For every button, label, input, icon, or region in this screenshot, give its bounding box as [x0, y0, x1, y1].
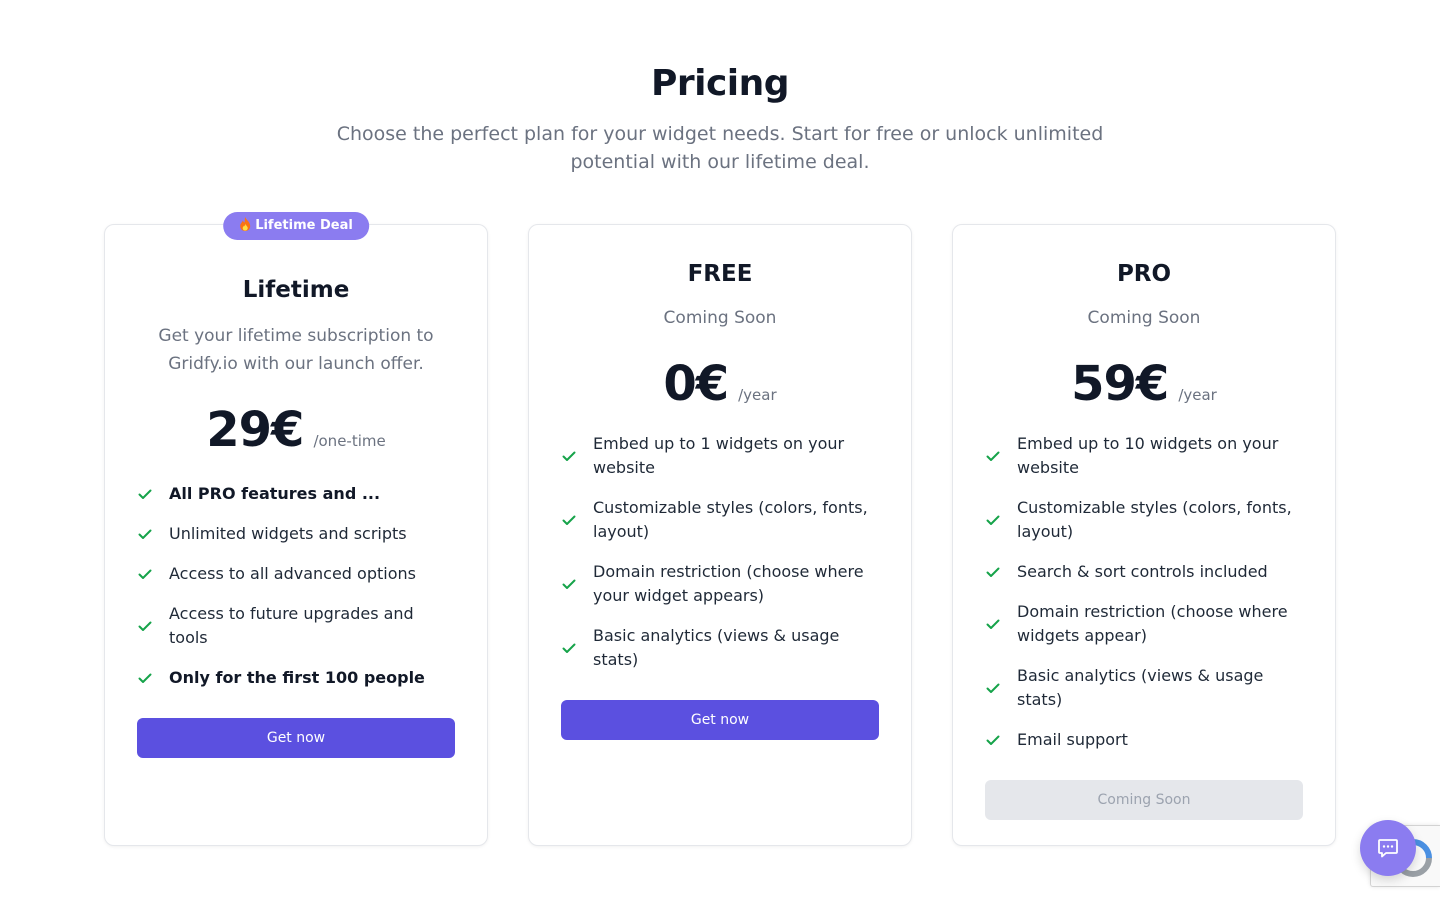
feature-text: Basic analytics (views & usage stats): [1017, 666, 1264, 709]
plan-description: Coming Soon: [663, 308, 777, 328]
price-period: /year: [1178, 386, 1217, 404]
page-subtitle: Choose the perfect plan for your widget …: [336, 123, 1104, 173]
check-icon: [986, 567, 1000, 577]
feature-list: Embed up to 10 widgets on your website C…: [985, 432, 1303, 752]
check-icon: [562, 451, 576, 461]
feature-item: Access to future upgrades and tools: [137, 602, 455, 650]
coming-soon-button-pro[interactable]: Coming Soon: [985, 780, 1303, 820]
feature-item: Embed up to 10 widgets on your website: [985, 432, 1303, 480]
price-row: 59€ /year: [985, 354, 1303, 414]
price-period: /one-time: [313, 432, 386, 450]
feature-list: Embed up to 1 widgets on your website Cu…: [561, 432, 879, 672]
check-icon: [986, 451, 1000, 461]
get-now-button-free[interactable]: Get now: [561, 700, 879, 740]
get-now-button-lifetime[interactable]: Get now: [137, 718, 455, 758]
price: 0€: [663, 356, 729, 412]
feature-text: Only for the first 100 people: [169, 668, 425, 687]
plan-description: Get your lifetime subscription to Gridfy…: [158, 326, 434, 374]
feature-item: Basic analytics (views & usage stats): [985, 664, 1303, 712]
plan-card-pro: PRO Coming Soon 59€ /year Embed up to 10…: [952, 224, 1336, 846]
check-icon: [138, 529, 152, 539]
feature-text: Customizable styles (colors, fonts, layo…: [1017, 498, 1292, 541]
feature-text: Access to future upgrades and tools: [169, 604, 414, 647]
plan-name: Lifetime: [242, 277, 350, 303]
feature-text: Email support: [1017, 730, 1128, 749]
feature-text: Search & sort controls included: [1017, 562, 1268, 581]
plan-description: Coming Soon: [1087, 308, 1201, 328]
check-icon: [986, 735, 1000, 745]
check-icon: [138, 621, 152, 631]
plan-name: PRO: [1116, 261, 1172, 287]
feature-item: Unlimited widgets and scripts: [137, 522, 455, 546]
feature-item: All PRO features and ...: [137, 482, 455, 506]
feature-text: Domain restriction (choose where widgets…: [1017, 602, 1288, 645]
feature-item: Email support: [985, 728, 1303, 752]
plan-name: FREE: [687, 261, 753, 287]
feature-text: Embed up to 10 widgets on your website: [1017, 434, 1279, 477]
page-title: Pricing: [650, 63, 790, 104]
feature-list: All PRO features and ... Unlimited widge…: [137, 482, 455, 690]
check-icon: [138, 673, 152, 683]
feature-item: Domain restriction (choose where your wi…: [561, 560, 879, 608]
feature-item: Search & sort controls included: [985, 560, 1303, 584]
plan-card-lifetime: Lifetime Deal Lifetime Get your lifetime…: [104, 212, 488, 846]
price-row: 29€ /one-time: [137, 400, 455, 460]
chat-widget-button[interactable]: [1360, 820, 1416, 876]
plan-card-free: FREE Coming Soon 0€ /year Embed up to 1 …: [528, 224, 912, 846]
check-icon: [986, 619, 1000, 629]
pricing-header: Pricing Choose the perfect plan for your…: [0, 60, 1440, 176]
check-icon: [986, 683, 1000, 693]
feature-item: Access to all advanced options: [137, 562, 455, 586]
price: 29€: [206, 402, 304, 458]
feature-item: Domain restriction (choose where widgets…: [985, 600, 1303, 648]
feature-item: Customizable styles (colors, fonts, layo…: [561, 496, 879, 544]
feature-text: Domain restriction (choose where your wi…: [593, 562, 864, 605]
feature-item: Basic analytics (views & usage stats): [561, 624, 879, 672]
feature-text: Customizable styles (colors, fonts, layo…: [593, 498, 868, 541]
badge-label: Lifetime Deal: [255, 218, 353, 233]
check-icon: [562, 515, 576, 525]
check-icon: [562, 643, 576, 653]
check-icon: [562, 579, 576, 589]
check-icon: [138, 569, 152, 579]
feature-text: All PRO features and ...: [169, 484, 381, 503]
price-row: 0€ /year: [561, 354, 879, 414]
feature-text: Embed up to 1 widgets on your website: [593, 434, 845, 477]
check-icon: [138, 489, 152, 499]
chat-icon: [1378, 839, 1398, 858]
price: 59€: [1071, 356, 1169, 412]
feature-text: Basic analytics (views & usage stats): [593, 626, 840, 669]
lifetime-deal-badge: Lifetime Deal: [223, 212, 369, 240]
feature-item: Customizable styles (colors, fonts, layo…: [985, 496, 1303, 544]
fire-icon: [239, 212, 251, 240]
feature-item: Only for the first 100 people: [137, 666, 455, 690]
check-icon: [986, 515, 1000, 525]
feature-item: Embed up to 1 widgets on your website: [561, 432, 879, 480]
feature-text: Access to all advanced options: [169, 564, 416, 583]
price-period: /year: [738, 386, 777, 404]
feature-text: Unlimited widgets and scripts: [169, 524, 407, 543]
